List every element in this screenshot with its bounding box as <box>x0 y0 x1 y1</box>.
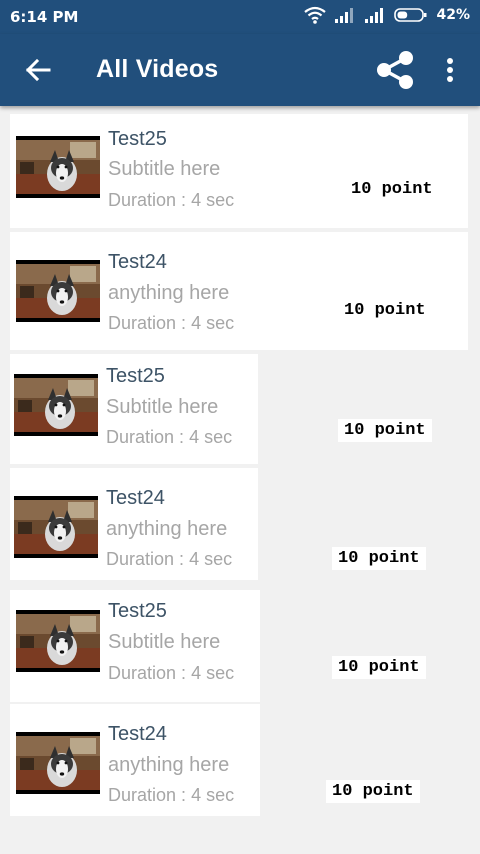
share-icon[interactable] <box>374 49 416 91</box>
back-arrow-icon[interactable] <box>22 54 54 86</box>
video-duration: Duration : 4 sec <box>106 549 232 570</box>
video-points: 10 point <box>338 299 432 322</box>
video-points: 10 point <box>332 547 426 570</box>
video-title: Test24 <box>108 251 167 273</box>
video-duration: Duration : 4 sec <box>108 663 234 684</box>
video-points: 10 point <box>332 656 426 679</box>
duration-label: Duration : <box>108 190 187 210</box>
video-thumbnail[interactable] <box>16 732 100 794</box>
duration-label: Duration : <box>108 313 187 333</box>
signal-icon <box>335 8 354 23</box>
video-points: 10 point <box>338 419 432 442</box>
status-icons: 42% <box>304 6 470 24</box>
video-duration: Duration : 4 sec <box>108 785 234 806</box>
video-subtitle: Subtitle here <box>106 396 219 418</box>
duration-label: Duration : <box>108 663 187 683</box>
video-title: Test24 <box>106 487 165 509</box>
wifi-icon <box>304 6 327 24</box>
duration-value: 4 sec <box>191 663 235 683</box>
duration-value: 4 sec <box>191 785 235 805</box>
video-points: 10 point <box>326 780 420 803</box>
video-subtitle: anything here <box>106 518 228 540</box>
video-thumbnail[interactable] <box>14 374 98 436</box>
video-subtitle: anything here <box>108 754 230 776</box>
battery-percent: 42% <box>436 7 470 23</box>
more-vert-icon[interactable] <box>436 54 464 86</box>
video-thumbnail[interactable] <box>16 260 100 322</box>
video-thumbnail[interactable] <box>16 610 100 672</box>
video-title: Test25 <box>106 365 165 387</box>
signal-icon <box>365 8 384 23</box>
video-duration: Duration : 4 sec <box>106 427 232 448</box>
app-bar: All Videos <box>0 34 480 106</box>
duration-label: Duration : <box>108 785 187 805</box>
duration-value: 4 sec <box>191 313 235 333</box>
video-title: Test25 <box>108 128 167 150</box>
video-thumbnail[interactable] <box>14 496 98 558</box>
status-time: 6:14 PM <box>10 8 79 26</box>
video-subtitle: anything here <box>108 282 230 304</box>
battery-icon <box>394 8 427 22</box>
video-duration: Duration : 4 sec <box>108 190 234 211</box>
duration-value: 4 sec <box>191 190 235 210</box>
duration-value: 4 sec <box>189 549 233 569</box>
duration-label: Duration : <box>106 549 185 569</box>
status-bar: 6:14 PM 42% <box>0 0 480 34</box>
video-title: Test25 <box>108 600 167 622</box>
page-title: All Videos <box>96 55 219 83</box>
video-title: Test24 <box>108 723 167 745</box>
video-subtitle: Subtitle here <box>108 631 221 653</box>
video-duration: Duration : 4 sec <box>108 313 234 334</box>
duration-value: 4 sec <box>189 427 233 447</box>
duration-label: Duration : <box>106 427 185 447</box>
video-subtitle: Subtitle here <box>108 158 221 180</box>
video-points: 10 point <box>345 178 439 201</box>
video-thumbnail[interactable] <box>16 136 100 198</box>
battery-level-fill <box>397 11 408 19</box>
